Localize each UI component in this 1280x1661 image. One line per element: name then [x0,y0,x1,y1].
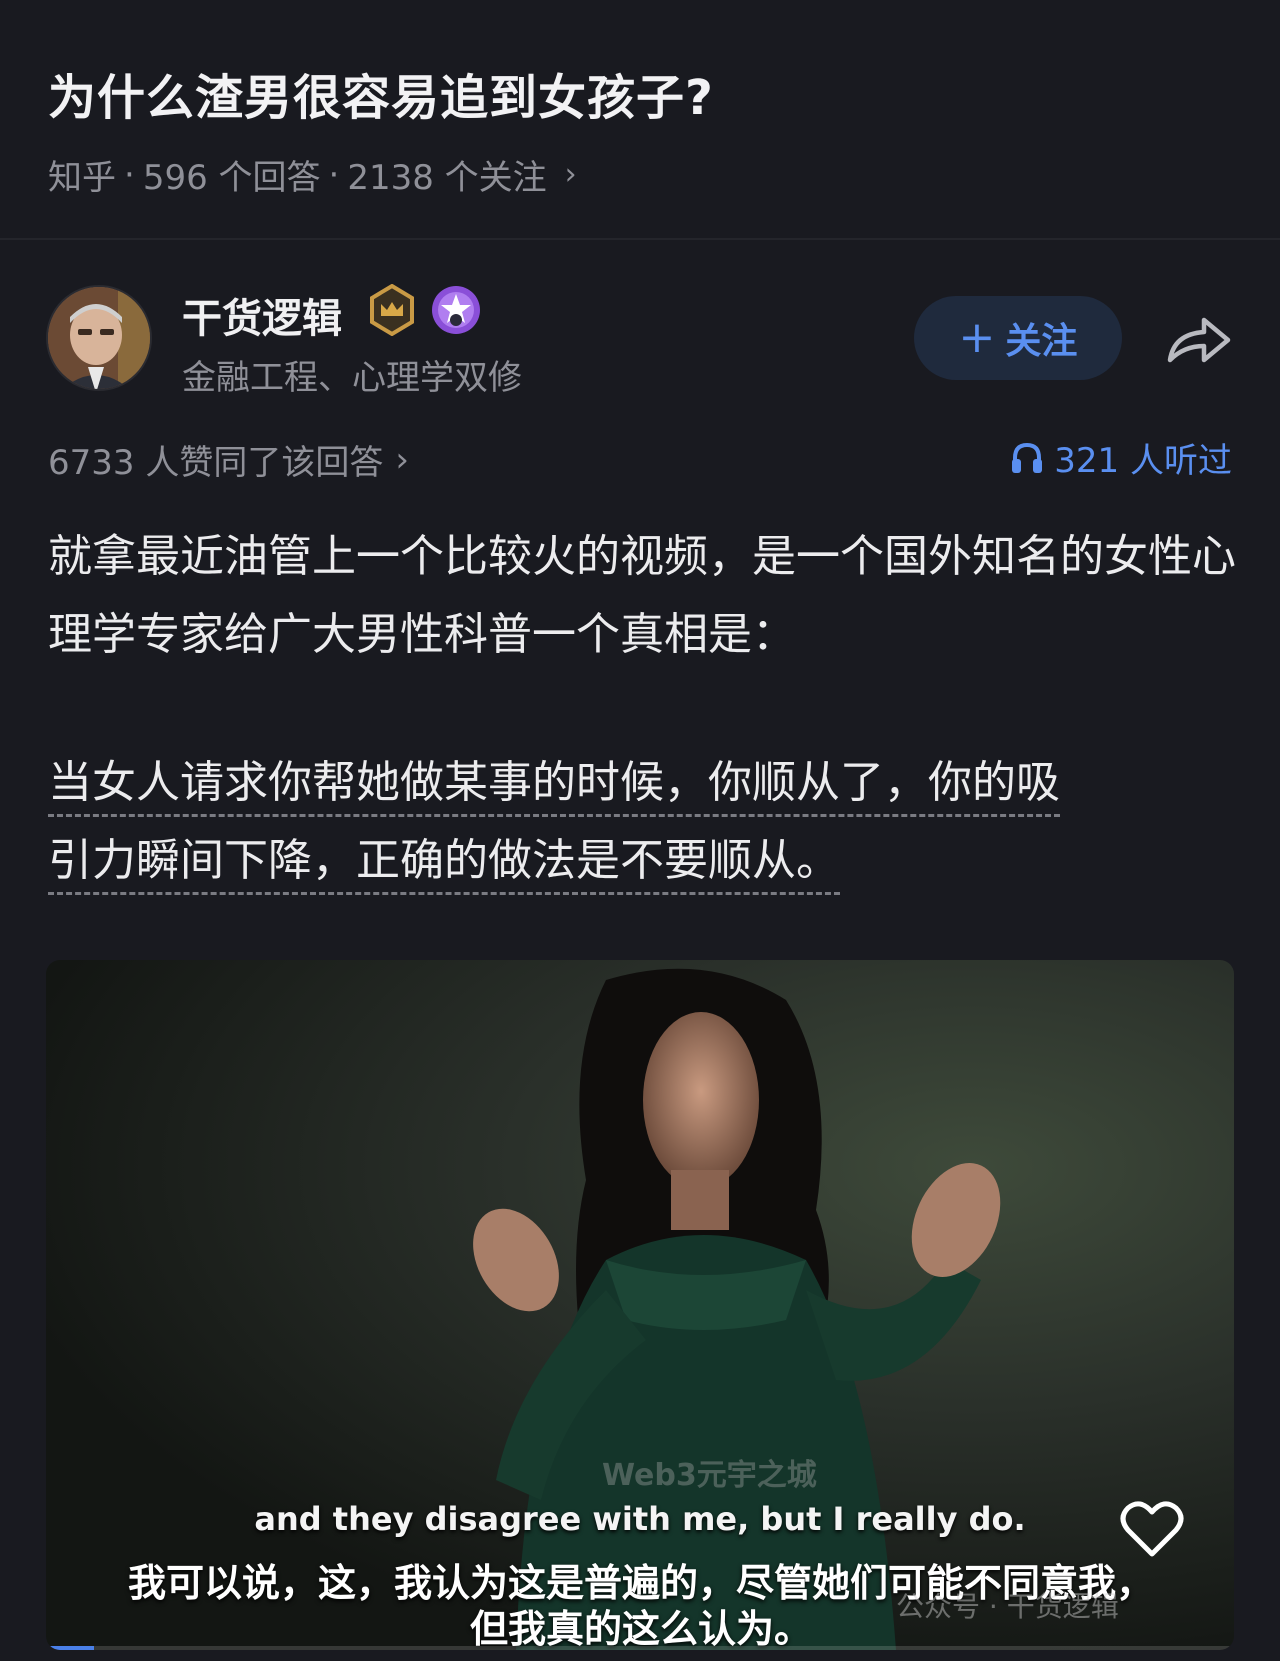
crown-badge-icon[interactable] [366,284,418,336]
star-badge-icon[interactable] [430,284,482,336]
meta-separator: · [124,154,135,195]
chevron-right-icon: › [564,157,577,192]
question-title[interactable]: 为什么渣男很容易追到女孩子? [48,58,714,128]
video-frame [473,968,1001,1650]
answer-count: 596 个回答 [142,158,321,198]
avatar[interactable] [46,285,152,391]
highlight-line: 当女人请求你帮她做某事的时候，你顺从了，你的吸 [48,757,1060,817]
share-icon[interactable] [1164,312,1234,368]
answer-page: 为什么渣男很容易追到女孩子? 知乎 · 596 个回答 · 2138 个关注 ›… [0,0,1280,1661]
question-meta[interactable]: 知乎 · 596 个回答 · 2138 个关注 › [48,150,577,199]
divider [0,238,1280,240]
chevron-right-icon: › [395,439,409,480]
author-bio: 金融工程、心理学双修 [182,358,522,398]
author-name[interactable]: 干货逻辑 [182,286,342,344]
subtitle-line: 但我真的这么认为。 [469,1607,812,1650]
listen-count-label: 321 人听过 [1054,441,1232,481]
video-player[interactable]: Web3元宇之城 and they disagree with me, but … [46,960,1234,1650]
video-watermark: Web3元宇之城 [602,1458,817,1493]
subtitle-english: and they disagree with me, but I really … [254,1500,1026,1538]
answer-paragraph: 就拿最近油管上一个比较火的视频，是一个国外知名的女性心理学专家给广大男性科普一个… [48,531,1236,660]
follow-label: 关注 [1005,321,1078,362]
source-label: 知乎 [48,158,116,198]
headphones-icon [1012,442,1043,473]
agree-count-link[interactable]: 6733 人赞同了该回答 › [48,435,409,484]
agree-count: 6733 人赞同了该回答 [48,443,384,483]
highlight-line: 引力瞬间下降，正确的做法是不要顺从。 [48,835,840,895]
heart-icon[interactable] [1120,1500,1184,1558]
video-watermark-account: 公众号 · 干货逻辑 [896,1590,1119,1623]
answer-paragraph-highlight[interactable]: 当女人请求你帮她做某事的时候，你顺从了，你的吸 引力瞬间下降，正确的做法是不要顺… [48,744,1238,900]
follower-count: 2138 个关注 [347,158,547,198]
meta-separator: · [328,154,340,195]
avatar-portrait [48,287,150,389]
video-progress-fill [46,1646,94,1650]
follow-button[interactable]: + 关注 [914,296,1122,380]
listen-count[interactable]: 321 人听过 [1010,433,1232,482]
video-progress-bar[interactable] [46,1646,1234,1650]
plus-icon: + [958,312,996,363]
